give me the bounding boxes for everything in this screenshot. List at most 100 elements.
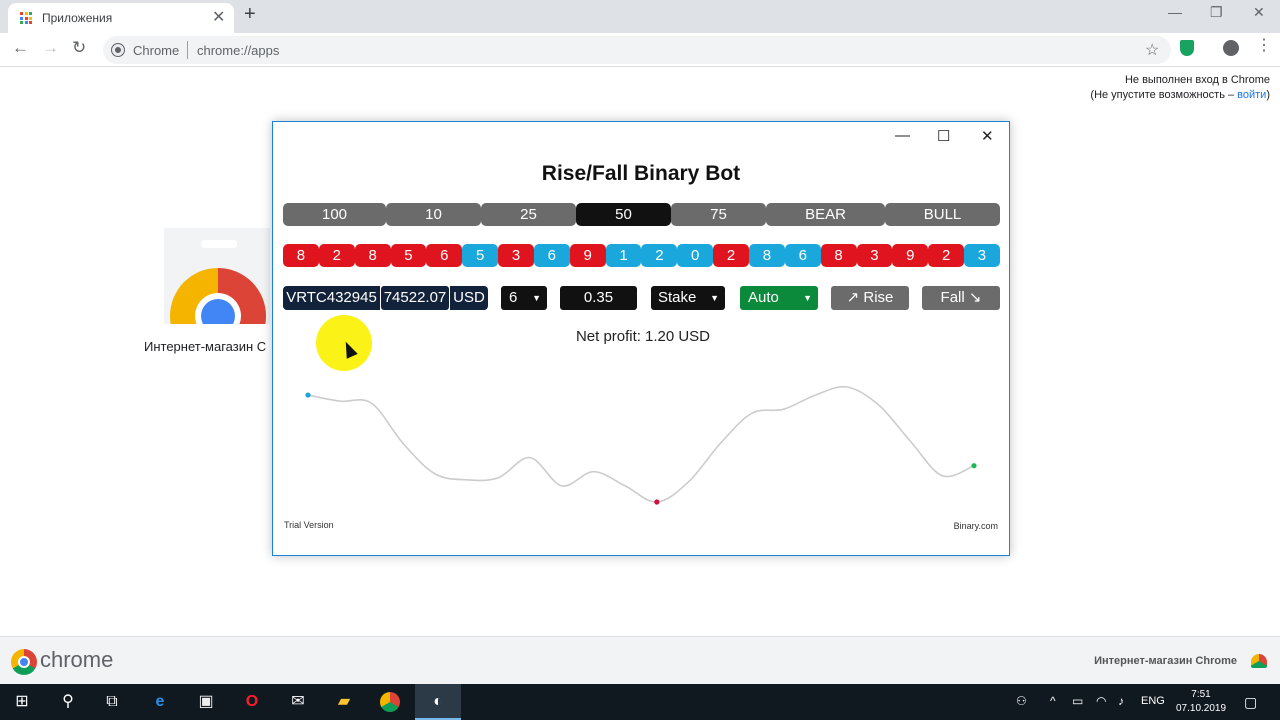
signin-link[interactable]: войти xyxy=(1237,89,1266,101)
signin-suffix: ) xyxy=(1266,89,1270,101)
digit-cell: 5 xyxy=(390,244,427,267)
signin-line1: Не выполнен вход в Chrome xyxy=(1124,74,1270,86)
mail-icon[interactable]: ✉ xyxy=(288,692,308,712)
tray-expand-icon[interactable]: ^ xyxy=(1050,694,1056,708)
caret-down-icon: ▼ xyxy=(532,293,541,303)
digit-cell: 2 xyxy=(928,244,965,267)
tab-title: Приложения xyxy=(42,11,113,25)
battery-icon[interactable]: ▭ xyxy=(1072,694,1083,708)
menu-kebab-icon[interactable]: ⋮ xyxy=(1256,38,1272,54)
webstore-app-label[interactable]: Интернет-магазин C xyxy=(144,339,266,354)
profile-avatar-icon[interactable] xyxy=(1223,40,1239,56)
account-balance: 74522.07 xyxy=(381,286,449,310)
basis-select[interactable]: Stake ▼ xyxy=(651,286,725,310)
account-currency: USD xyxy=(450,286,488,310)
net-profit-label: Net profit: xyxy=(575,328,641,345)
digit-cell: 6 xyxy=(784,244,821,267)
people-icon[interactable]: ⚇ xyxy=(1016,694,1027,708)
address-bar[interactable]: Chrome chrome://apps ☆ xyxy=(103,36,1171,64)
tick-option-50[interactable]: 50 xyxy=(576,203,671,226)
webstore-icon[interactable] xyxy=(1251,654,1267,668)
volume-icon[interactable]: ♪ xyxy=(1118,694,1124,708)
clock-time: 7:51 xyxy=(1191,689,1211,700)
window-minimize-button[interactable]: — xyxy=(1168,4,1182,20)
digit-cell: 1 xyxy=(605,244,642,267)
extension-shield-icon[interactable] xyxy=(1180,40,1194,56)
back-arrow-icon[interactable]: ← xyxy=(12,38,29,58)
start-point xyxy=(305,392,311,398)
digit-cell: 3 xyxy=(964,244,1000,267)
tick-option-bear[interactable]: BEAR xyxy=(766,203,885,226)
tick-chart xyxy=(305,385,977,505)
browser-toolbar: ← → ↻ Chrome chrome://apps ☆ xyxy=(0,33,1280,67)
basis-value: Stake xyxy=(658,289,697,306)
webstore-app-tile[interactable] xyxy=(164,228,270,324)
tick-option-10[interactable]: 10 xyxy=(386,203,481,226)
signin-line2: (Не упустите возможность – войти) xyxy=(1090,88,1270,103)
tick-line xyxy=(307,385,975,503)
tick-option-75[interactable]: 75 xyxy=(671,203,766,226)
tick-count-selector: 100 10 25 50 75 BEAR BULL xyxy=(283,203,1000,226)
signin-prefix: (Не упустите возможность – xyxy=(1090,89,1238,101)
caret-down-icon: ▼ xyxy=(803,293,812,303)
account-id: VRTC432945 xyxy=(283,286,380,310)
digit-cell: 3 xyxy=(856,244,893,267)
duration-select[interactable]: 6 ▼ xyxy=(501,286,547,310)
net-profit: Net profit: 1.20 USD xyxy=(273,328,1009,345)
file-explorer-icon[interactable]: ▰ xyxy=(334,692,354,712)
net-profit-value: 1.20 USD xyxy=(644,328,711,345)
digit-cell: 0 xyxy=(677,244,714,267)
reload-icon[interactable]: ↻ xyxy=(72,38,86,58)
tick-option-bull[interactable]: BULL xyxy=(885,203,1000,226)
tick-option-25[interactable]: 25 xyxy=(481,203,576,226)
notifications-icon[interactable]: ▢ xyxy=(1244,694,1257,711)
language-indicator[interactable]: ENG xyxy=(1141,695,1165,707)
webstore-bag-handle xyxy=(201,240,237,248)
windows-start-icon[interactable]: ⊞ xyxy=(12,692,32,712)
duration-value: 6 xyxy=(509,289,518,306)
bot-minimize-button[interactable]: — xyxy=(895,127,910,144)
new-tab-button[interactable]: + xyxy=(244,3,256,26)
bookmark-star-icon[interactable]: ☆ xyxy=(1145,40,1159,60)
digit-cell: 2 xyxy=(713,244,749,267)
chrome-logo-icon xyxy=(11,649,37,675)
brand-label: Binary.com xyxy=(953,521,998,531)
digit-cell: 2 xyxy=(641,244,678,267)
end-point xyxy=(971,463,977,469)
webstore-link[interactable]: Интернет-магазин Chrome xyxy=(1094,655,1237,667)
digit-cell: 5 xyxy=(462,244,499,267)
digit-cell: 8 xyxy=(283,244,319,267)
window-restore-button[interactable]: ❐ xyxy=(1210,4,1223,21)
window-close-button[interactable]: ✕ xyxy=(1253,4,1265,21)
opera-icon[interactable]: O xyxy=(242,692,262,712)
tick-option-100[interactable]: 100 xyxy=(283,203,386,226)
clock[interactable]: 7:51 07.10.2019 xyxy=(1176,688,1226,716)
wifi-icon[interactable]: ◠ xyxy=(1096,694,1106,708)
tab-apps[interactable]: Приложения ✕ xyxy=(8,3,234,33)
clock-date: 07.10.2019 xyxy=(1176,703,1227,714)
address-url: chrome://apps xyxy=(197,43,280,58)
store-bag-icon[interactable]: ▣ xyxy=(196,692,216,712)
mode-value: Auto xyxy=(748,289,779,306)
apps-grid-icon xyxy=(20,12,32,24)
tab-close-icon[interactable]: ✕ xyxy=(212,7,225,27)
stake-input[interactable]: 0.35 xyxy=(560,286,637,310)
chrome-wordmark: chrome xyxy=(40,647,114,672)
rise-button[interactable]: ↗ Rise xyxy=(831,286,909,310)
mode-select[interactable]: Auto ▼ xyxy=(740,286,818,310)
task-view-icon[interactable]: ⧉ xyxy=(102,692,122,712)
tab-strip: Приложения ✕ + — ❐ ✕ xyxy=(0,0,1280,33)
search-icon[interactable]: ⚲ xyxy=(58,692,78,712)
taskbar: ⊞ ⚲ ⧉ e ▣ O ✉ ▰ ◐ ⚇ ^ ▭ ◠ ♪ ENG 7:51 07.… xyxy=(0,684,1280,720)
apps-footer: chrome Интернет-магазин Chrome xyxy=(0,636,1280,684)
bot-close-button[interactable]: ✕ xyxy=(981,127,994,145)
digit-cell: 2 xyxy=(318,244,355,267)
forward-arrow-icon[interactable]: → xyxy=(42,38,59,58)
edge-icon[interactable]: e xyxy=(150,692,170,712)
digit-cell: 8 xyxy=(748,244,785,267)
fall-button[interactable]: Fall ↘ xyxy=(922,286,1000,310)
digit-cell: 8 xyxy=(354,244,391,267)
bot-title: Rise/Fall Binary Bot xyxy=(541,162,741,185)
chrome-taskbar-icon[interactable] xyxy=(380,692,400,712)
bot-maximize-button[interactable]: ☐ xyxy=(937,127,950,145)
